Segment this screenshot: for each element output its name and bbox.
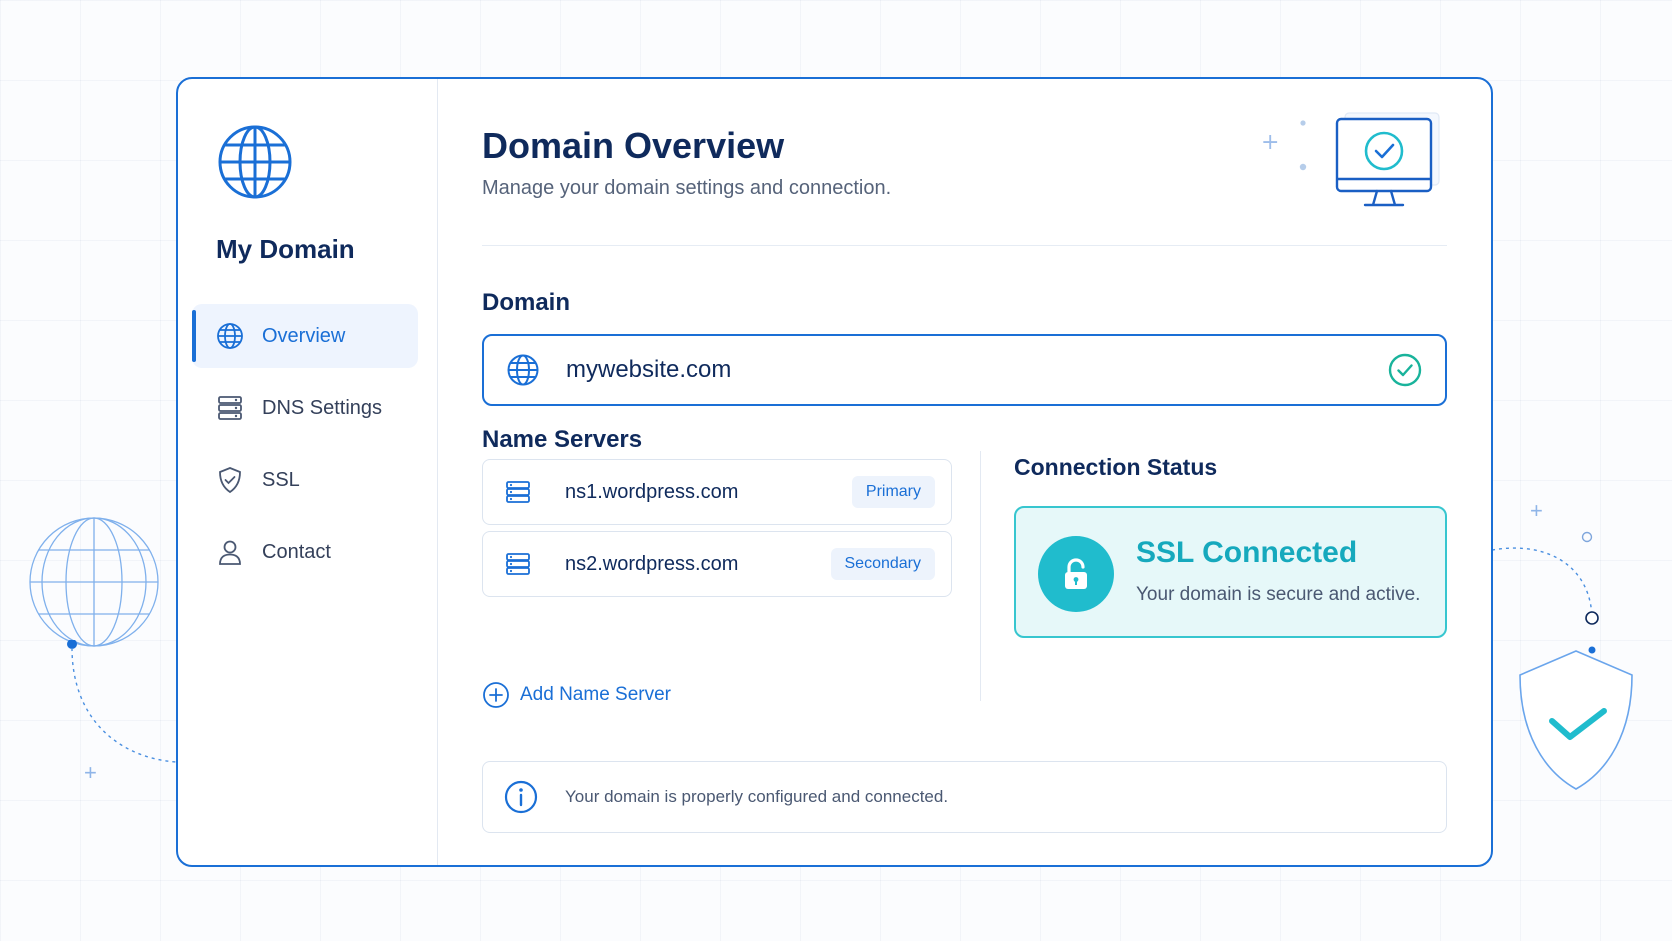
- sidebar-item-ssl[interactable]: SSL: [192, 448, 418, 512]
- server-icon: [506, 553, 530, 575]
- background-connector-right: [1492, 547, 1599, 654]
- dot-decoration: [1581, 531, 1593, 543]
- lock-icon: [1038, 536, 1114, 612]
- name-server-row[interactable]: ns2.wordpress.com Secondary: [482, 531, 952, 597]
- name-server-row[interactable]: ns1.wordpress.com Primary: [482, 459, 952, 525]
- sidebar-item-contact[interactable]: Contact: [192, 520, 418, 584]
- main-content: Domain Overview Manage your domain setti…: [482, 79, 1447, 865]
- ssl-status-title: SSL Connected: [1136, 536, 1358, 569]
- plus-decoration: +: [1530, 498, 1543, 523]
- domain-label: Domain: [482, 289, 571, 316]
- domain-card: My Domain Overview DNS Settings SSL Cont…: [176, 77, 1493, 867]
- sidebar-item-label: Overview: [262, 324, 346, 347]
- globe-logo-icon: [218, 125, 292, 199]
- sidebar-item-dns-settings[interactable]: DNS Settings: [192, 376, 418, 440]
- name-server-host: ns2.wordpress.com: [565, 552, 739, 575]
- shield-icon: [216, 466, 244, 494]
- globe-icon: [216, 322, 244, 350]
- info-message: Your domain is properly configured and c…: [565, 787, 949, 806]
- plus-decoration: +: [84, 760, 97, 785]
- sidebar-item-label: SSL: [262, 468, 300, 491]
- sidebar-nav: Overview DNS Settings SSL Contact: [192, 304, 418, 592]
- server-icon: [216, 394, 244, 422]
- connection-status-label: Connection Status: [1014, 454, 1218, 480]
- background-globe-icon: [29, 517, 159, 647]
- background-connector-left: [67, 640, 177, 763]
- domain-value: mywebsite.com: [566, 356, 732, 383]
- info-icon: [504, 780, 538, 814]
- domain-field[interactable]: mywebsite.com: [482, 334, 1447, 406]
- page-title: Domain Overview: [482, 125, 785, 166]
- background-shield-check-icon: [1519, 650, 1633, 790]
- add-name-server-label: Add Name Server: [520, 684, 672, 705]
- add-name-server-button[interactable]: Add Name Server: [482, 681, 671, 709]
- monitor-check-illustration-icon: +: [1261, 112, 1440, 207]
- plus-circle-icon: [483, 682, 509, 708]
- server-icon: [506, 481, 530, 503]
- user-icon: [216, 538, 244, 566]
- name-servers-label: Name Servers: [482, 426, 643, 453]
- sidebar: My Domain Overview DNS Settings SSL Cont…: [178, 79, 438, 865]
- sidebar-item-label: DNS Settings: [262, 396, 383, 419]
- globe-icon: [507, 354, 539, 386]
- app-title: My Domain: [216, 234, 355, 264]
- primary-badge: Primary: [851, 476, 935, 508]
- name-server-host: ns1.wordpress.com: [565, 480, 739, 503]
- svg-text:+: +: [1261, 130, 1279, 155]
- header-divider: [482, 245, 1447, 246]
- ssl-status-card: SSL Connected Your domain is secure and …: [1014, 506, 1447, 638]
- ssl-status-description: Your domain is secure and active.: [1136, 584, 1421, 605]
- check-circle-icon: [1388, 353, 1422, 387]
- column-divider: [980, 451, 981, 701]
- page-subtitle: Manage your domain settings and connecti…: [482, 177, 892, 199]
- secondary-badge: Secondary: [830, 548, 935, 580]
- sidebar-item-overview[interactable]: Overview: [192, 304, 418, 368]
- info-banner: Your domain is properly configured and c…: [482, 761, 1447, 833]
- sidebar-item-label: Contact: [262, 540, 331, 563]
